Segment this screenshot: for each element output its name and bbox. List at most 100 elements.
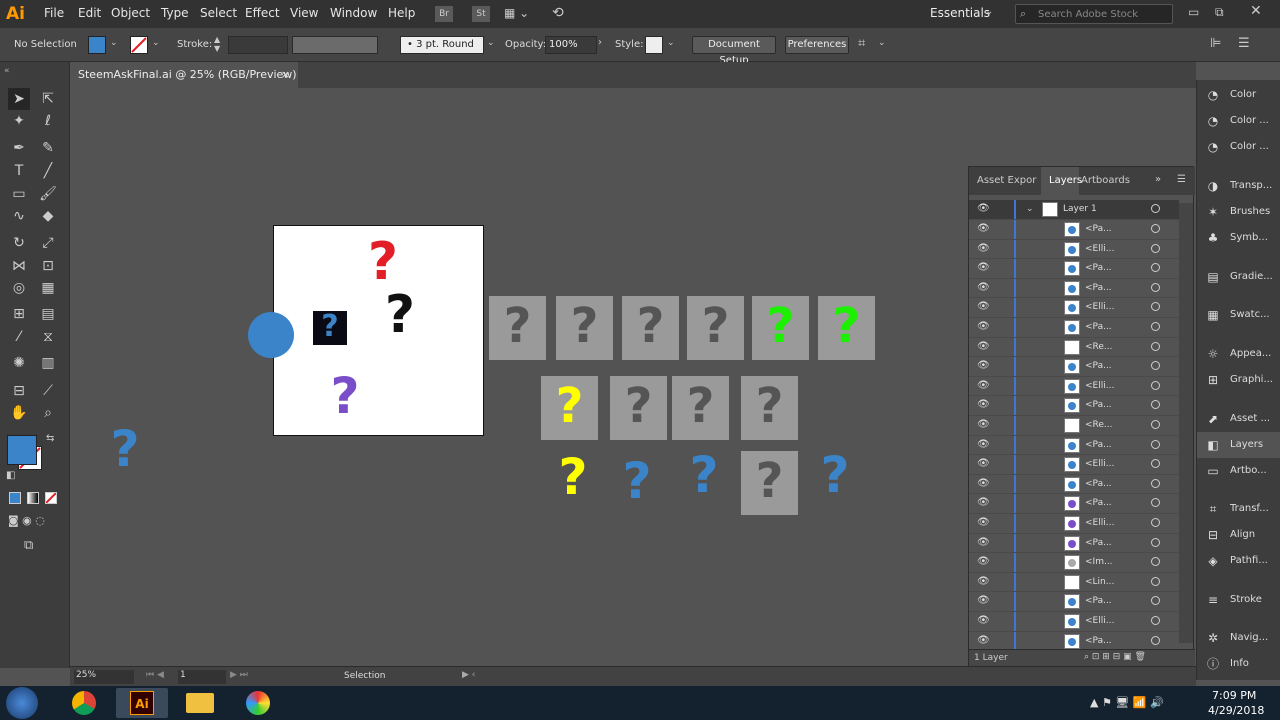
blue-question-mark-art[interactable]: ? xyxy=(676,446,732,504)
sublayer-name[interactable]: <Pa... xyxy=(1085,322,1112,332)
stroke-chevron-icon[interactable]: ⌄ xyxy=(152,38,160,48)
dark-logo-tile[interactable]: ? xyxy=(313,309,347,345)
visibility-eye-icon[interactable]: 👁 xyxy=(977,360,991,371)
menu-help[interactable]: Help xyxy=(388,6,415,20)
dock-panel-pathfi[interactable]: ◈ Pathfi... xyxy=(1197,548,1280,574)
target-icon[interactable] xyxy=(1151,616,1160,625)
red-question-mark-art[interactable]: ? xyxy=(355,232,411,292)
target-icon[interactable] xyxy=(1151,361,1160,371)
target-icon[interactable] xyxy=(1151,380,1160,390)
target-icon[interactable] xyxy=(1151,596,1160,606)
artboard-next-icon[interactable]: ▶ ⏭ xyxy=(230,670,248,680)
dock-panel-info[interactable]: ⓘ Info xyxy=(1197,651,1280,677)
default-colors-icon[interactable]: ◧ xyxy=(6,470,15,481)
layer-name[interactable]: Layer 1 xyxy=(1063,204,1097,214)
shape-builder-tool-icon[interactable]: ◎ xyxy=(8,277,30,299)
visibility-eye-icon[interactable]: 👁 xyxy=(977,635,991,646)
sublayer-row[interactable]: 👁 <Pa... xyxy=(969,592,1179,612)
width-tool-icon[interactable]: ⋈ xyxy=(8,255,30,277)
visibility-eye-icon[interactable]: 👁 xyxy=(977,556,991,567)
dock-panel-graphi[interactable]: ⊞ Graphi... xyxy=(1197,367,1280,393)
menu-object[interactable]: Object xyxy=(111,6,150,20)
sublayer-row[interactable]: 👁 <Re... xyxy=(969,416,1179,436)
target-icon[interactable] xyxy=(1151,576,1160,586)
paintbrush-tool-icon[interactable]: 🖌 xyxy=(37,183,59,205)
sublayer-name[interactable]: <Pa... xyxy=(1085,538,1112,548)
curvature-tool-icon[interactable]: ✎ xyxy=(37,137,59,159)
target-icon[interactable] xyxy=(1151,204,1160,213)
sublayer-name[interactable]: <Elli... xyxy=(1085,244,1114,254)
layers-scrollbar[interactable] xyxy=(1179,203,1193,643)
type-tool-icon[interactable]: T xyxy=(8,160,30,182)
dock-panel-brushes[interactable]: ✶ Brushes xyxy=(1197,199,1280,225)
sublayer-row[interactable]: 👁 <Lin... xyxy=(969,572,1179,593)
sublayer-row[interactable]: 👁 <Pa... xyxy=(969,474,1179,495)
sublayer-row[interactable]: 👁 <Elli... xyxy=(969,376,1179,397)
target-icon[interactable] xyxy=(1151,420,1160,429)
none-mode-icon[interactable] xyxy=(45,492,57,504)
sketch-thumbnail-colored[interactable]: ? xyxy=(752,296,809,360)
document-setup-button[interactable]: Document Setup xyxy=(692,36,776,66)
sublayer-row[interactable]: 👁 <Elli... xyxy=(969,514,1179,534)
visibility-eye-icon[interactable]: 👁 xyxy=(977,223,991,234)
sublayer-row[interactable]: 👁 <Pa... xyxy=(969,396,1179,416)
swap-fill-stroke-icon[interactable]: ⇆ xyxy=(46,433,54,444)
sublayer-name[interactable]: <Pa... xyxy=(1085,596,1112,606)
sublayer-name[interactable]: <Pa... xyxy=(1085,440,1112,450)
sublayer-name[interactable]: <Re... xyxy=(1085,420,1113,430)
target-icon[interactable] xyxy=(1151,282,1160,292)
tray-icons[interactable]: ▲ ⚑ 🖥 📶 🔊 xyxy=(1090,696,1164,709)
sketch-thumbnail-colored[interactable]: ? xyxy=(541,376,598,440)
menu-file[interactable]: File xyxy=(44,6,64,20)
visibility-eye-icon[interactable]: 👁 xyxy=(977,282,991,293)
scale-tool-icon[interactable]: ⤢ xyxy=(37,232,59,254)
sketch-thumbnail[interactable]: ? xyxy=(610,376,667,440)
chrome-taskbar-icon[interactable] xyxy=(58,688,110,718)
screen-mode-icon[interactable]: ⧉ xyxy=(24,538,33,553)
visibility-eye-icon[interactable]: 👁 xyxy=(977,458,991,469)
stroke-weight-stepper[interactable]: ▲ ▼ xyxy=(214,35,224,55)
sublayer-name[interactable]: <Elli... xyxy=(1085,459,1114,469)
dock-panel-gradie[interactable]: ▤ Gradie... xyxy=(1197,264,1280,290)
bridge-icon[interactable]: Br xyxy=(435,6,453,22)
clock-date[interactable]: 4/29/2018 xyxy=(1208,704,1264,717)
gradient-mode-icon[interactable] xyxy=(27,492,39,504)
dock-panel-color[interactable]: ◔ Color ... xyxy=(1197,134,1280,160)
blue-question-mark-art[interactable]: ? xyxy=(100,420,150,478)
sublayer-row[interactable]: 👁 <Elli... xyxy=(969,455,1179,475)
style-chevron-icon[interactable]: ⌄ xyxy=(667,38,675,48)
graphic-style-swatch[interactable] xyxy=(645,36,663,54)
target-icon[interactable] xyxy=(1151,224,1160,233)
sublayer-row[interactable]: 👁 <Pa... xyxy=(969,318,1179,338)
visibility-eye-icon[interactable]: 👁 xyxy=(977,341,991,352)
direct-selection-tool-icon[interactable]: ⇱ xyxy=(37,88,59,110)
workspace-switcher[interactable]: Essentials xyxy=(930,6,990,20)
visibility-eye-icon[interactable]: 👁 xyxy=(977,439,991,450)
visibility-eye-icon[interactable]: 👁 xyxy=(977,243,991,254)
visibility-eye-icon[interactable]: 👁 xyxy=(977,537,991,548)
dock-panel-color[interactable]: ◔ Color ... xyxy=(1197,108,1280,134)
sublayer-row[interactable]: 👁 <Pa... xyxy=(969,259,1179,279)
sketch-thumbnail[interactable]: ? xyxy=(687,296,744,360)
dock-panel-artbo[interactable]: ▭ Artbo... xyxy=(1197,458,1280,484)
sketch-thumbnail[interactable]: ? xyxy=(622,296,679,360)
mesh-tool-icon[interactable]: ⊞ xyxy=(8,303,30,325)
preferences-button[interactable]: Preferences xyxy=(785,36,849,54)
explorer-taskbar-icon[interactable] xyxy=(174,688,226,718)
rotate-tool-icon[interactable]: ↻ xyxy=(8,232,30,254)
sublayer-name[interactable]: <Pa... xyxy=(1085,361,1112,371)
sublayer-name[interactable]: <Im... xyxy=(1085,557,1113,567)
sublayer-name[interactable]: <Lin... xyxy=(1085,577,1114,587)
sketch-thumbnail[interactable]: ? xyxy=(741,451,798,515)
sublayer-name[interactable]: <Pa... xyxy=(1085,400,1112,410)
selection-tool-icon[interactable]: ➤ xyxy=(8,88,30,110)
sublayer-row[interactable]: 👁 <Elli... xyxy=(969,298,1179,318)
target-icon[interactable] xyxy=(1151,263,1160,273)
dock-panel-swatc[interactable]: ▦ Swatc... xyxy=(1197,302,1280,328)
target-icon[interactable] xyxy=(1151,518,1160,527)
line-tool-icon[interactable]: ╱ xyxy=(37,160,59,182)
sketch-thumbnail[interactable]: ? xyxy=(489,296,546,360)
target-icon[interactable] xyxy=(1151,537,1160,547)
dock-panel-align[interactable]: ⊟ Align xyxy=(1197,522,1280,548)
target-icon[interactable] xyxy=(1151,302,1160,312)
